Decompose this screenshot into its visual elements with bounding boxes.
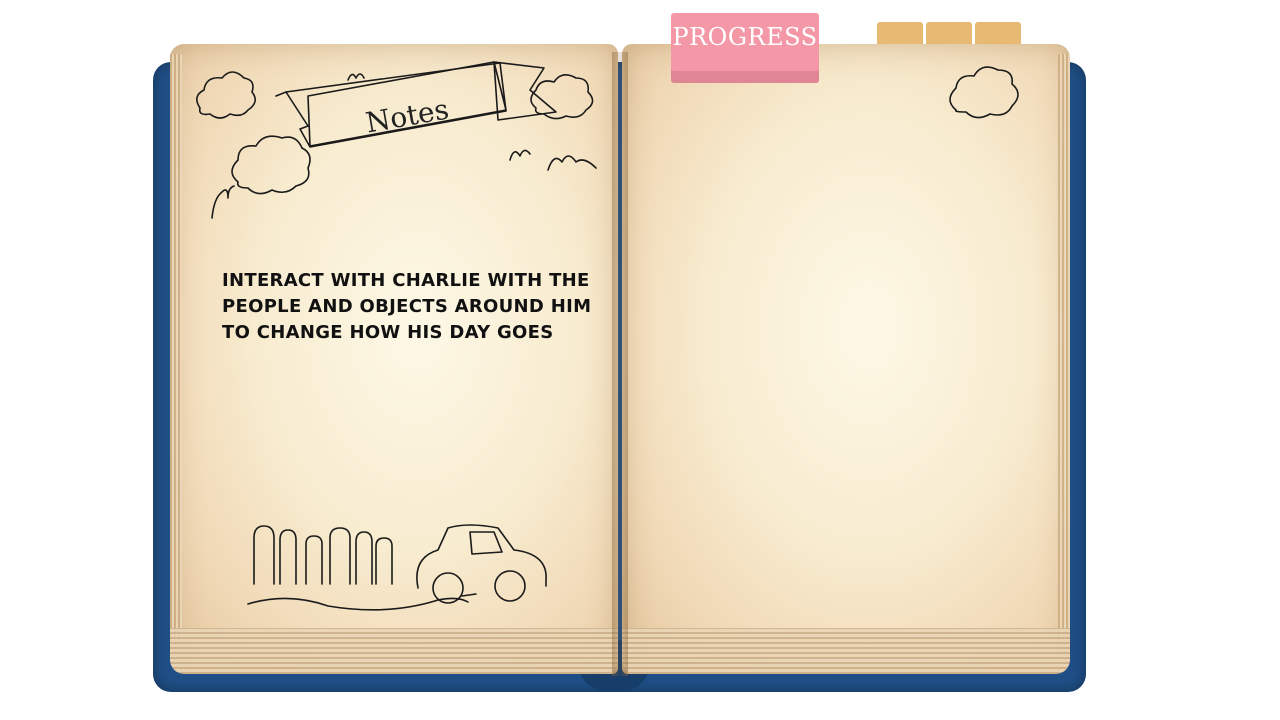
cloud-icon: [949, 66, 1019, 119]
cloud-icon: [530, 74, 594, 120]
road-line: [247, 597, 469, 611]
instruction-text: INTERACT WITH CHARLIE WITH THE PEOPLE AN…: [222, 270, 592, 343]
bird-icon: [547, 155, 597, 171]
fence-icon: [253, 525, 393, 585]
bird-icon: [509, 149, 531, 161]
cloud-icon: [231, 135, 311, 195]
notes-title: Notes: [363, 93, 451, 140]
notebook-doodles: Notes: [196, 61, 1019, 611]
bird-icon: [211, 185, 235, 219]
bird-icon: [347, 73, 365, 81]
car-icon: [416, 524, 547, 604]
game-screen: PROGRESS Notes INTERACT WITH CHARLIE WIT…: [0, 0, 1280, 720]
cloud-icon: [196, 71, 256, 119]
